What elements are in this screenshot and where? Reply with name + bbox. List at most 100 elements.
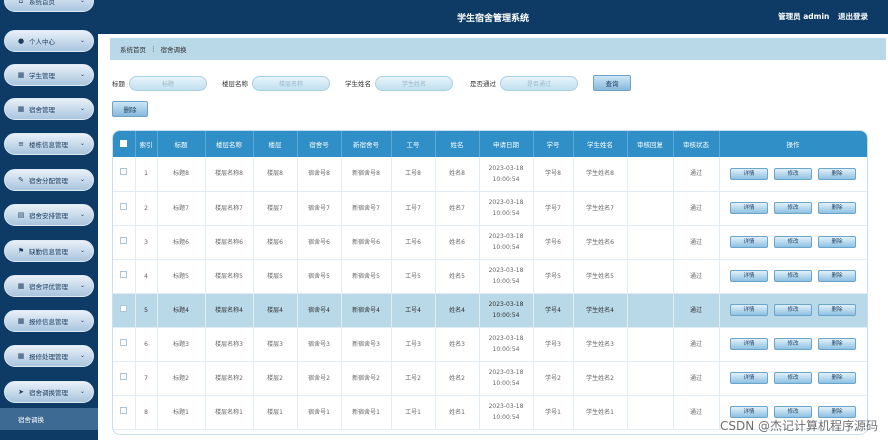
delete-button[interactable]: 删除 [818, 202, 856, 215]
detail-button[interactable]: 详情 [730, 270, 768, 283]
edit-button[interactable]: 修改 [774, 202, 812, 215]
sidebar-item-4[interactable]: ≡ 楼栋信息管理 ⌄ [4, 133, 94, 155]
cell-status: 通过 [673, 225, 720, 260]
edit-button[interactable]: 修改 [774, 270, 812, 283]
cell-stu-no: 学号2 [533, 361, 574, 396]
cell-stu-name: 学生姓名2 [573, 361, 628, 396]
sidebar-subitem-active[interactable]: 宿舍调换 [0, 408, 98, 430]
header: 学生宿舍管理系统 管理员 admin 退出登录 [98, 0, 888, 34]
detail-button[interactable]: 详情 [730, 304, 768, 317]
edit-button[interactable]: 修改 [774, 168, 812, 180]
cell-status: 通过 [673, 361, 720, 396]
cell-idx: 7 [135, 361, 158, 396]
sidebar-item-8[interactable]: ▦ 宿舍评优管理 ⌄ [4, 275, 94, 297]
search-approved-input[interactable]: 是否通过 [500, 75, 578, 91]
cell-date-time: 10:00:54 [492, 244, 520, 251]
grid-icon: ▦ [17, 71, 25, 79]
cell-floor-name: 楼层名称5 [205, 259, 254, 294]
sidebar-item-7[interactable]: ⚑ 缺勤信息管理 ⌄ [4, 240, 94, 262]
search-floor-name-input[interactable]: 楼层名称 [252, 75, 330, 91]
cell-title: 标题6 [157, 225, 206, 260]
row-checkbox[interactable] [113, 157, 136, 192]
sidebar-item-label: 宿舍调换管理 [29, 389, 68, 397]
sidebar-item-3[interactable]: ▦ 宿舍管理 ⌄ [4, 98, 94, 120]
search-student-name-input[interactable]: 学生姓名 [375, 75, 453, 91]
cell-date-day: 2023-03-18 [488, 267, 524, 274]
cell-new-room: 新宿舍号5 [341, 259, 392, 294]
delete-button[interactable]: 删除 [818, 372, 856, 385]
edit-button[interactable]: 修改 [774, 338, 812, 351]
cell-emp-no: 工号3 [391, 327, 436, 362]
detail-button[interactable]: 详情 [730, 372, 768, 385]
cell-stu-no: 学号5 [533, 259, 574, 294]
row-checkbox[interactable] [113, 293, 136, 328]
table-row[interactable]: 4 标题5 楼层名称5 楼层5 宿舍号5 新宿舍号5 工号5 姓名5 2023-03-18 10:… [113, 259, 867, 294]
batch-delete-button[interactable]: 删除 [112, 101, 148, 117]
sidebar-item-6[interactable]: ▤ 宿舍安排管理 ⌄ [4, 204, 94, 226]
row-checkbox[interactable] [113, 361, 136, 396]
cell-reply [627, 157, 674, 192]
edit-button[interactable]: 修改 [774, 236, 812, 249]
cell-floor: 楼层8 [253, 157, 298, 192]
select-all-checkbox[interactable] [113, 131, 136, 157]
chevron-down-icon: ⌄ [79, 211, 85, 218]
breadcrumb-home[interactable]: 系统首页 [120, 44, 146, 54]
table-row[interactable]: 3 标题6 楼层名称6 楼层6 宿舍号6 新宿舍号6 工号6 姓名6 2023-03-18 10:… [113, 225, 867, 260]
cell-new-room: 新宿舍号1 [341, 395, 392, 430]
column-header: 审核回复 [627, 131, 674, 157]
table-row[interactable]: 1 标题8 楼层名称8 楼层8 宿舍号8 新宿舍号8 工号8 姓名8 2023-03-18 10:… [113, 157, 867, 192]
row-checkbox[interactable] [113, 259, 136, 294]
sidebar-item-9[interactable]: ▦ 报修信息管理 ⌄ [4, 310, 94, 332]
cell-status: 通过 [673, 191, 720, 226]
logout-link[interactable]: 退出登录 [838, 12, 868, 21]
row-checkbox[interactable] [113, 225, 136, 260]
cell-reply [627, 327, 674, 362]
cell-actions: 详情 修改 删除 [719, 225, 867, 260]
cell-new-room: 新宿舍号2 [341, 361, 392, 396]
detail-button[interactable]: 详情 [730, 168, 768, 180]
cell-floor: 楼层2 [253, 361, 298, 396]
row-checkbox[interactable] [113, 395, 136, 430]
search-floor-name-label: 楼层名称 [222, 80, 248, 88]
query-button[interactable]: 查询 [593, 75, 631, 91]
sidebar-item-11[interactable]: ➤ 宿舍调换管理 ⌄ [4, 381, 94, 403]
sidebar-item-label: 系统首页 [29, 0, 55, 6]
cell-reply [627, 361, 674, 396]
chevron-down-icon: ⌄ [79, 247, 85, 254]
delete-button[interactable]: 删除 [818, 168, 856, 180]
edit-button[interactable]: 修改 [774, 372, 812, 385]
sidebar: ⌂ 系统首页 ⌄ ● 个人中心 ⌄ ▦ 学生管理 ⌄ ▦ 宿舍管理 ⌄ ≡ 楼栋信息管理 ⌄ ✎ 宿舍分配管理 ⌄… [0, 0, 98, 440]
cell-status: 通过 [673, 327, 720, 362]
table-row[interactable]: 2 标题7 楼层名称7 楼层7 宿舍号7 新宿舍号7 工号7 姓名7 2023-03-18 10:… [113, 191, 867, 226]
cell-title: 标题1 [157, 395, 206, 430]
sidebar-item-1[interactable]: ● 个人中心 ⌄ [4, 30, 94, 52]
cell-actions: 详情 修改 删除 [719, 157, 867, 192]
cell-date: 2023-03-18 10:00:54 [479, 259, 534, 294]
sidebar-item-10[interactable]: ▦ 报修处理管理 ⌄ [4, 345, 94, 367]
cell-emp-no: 工号2 [391, 361, 436, 396]
delete-button[interactable]: 删除 [818, 270, 856, 283]
delete-button[interactable]: 删除 [818, 236, 856, 249]
cell-idx: 8 [135, 395, 158, 430]
delete-button[interactable]: 删除 [818, 304, 856, 317]
table-row[interactable]: 5 标题4 楼层名称4 楼层4 宿舍号4 新宿舍号4 工号4 姓名4 2023-03-18 10:… [113, 293, 867, 328]
row-checkbox[interactable] [113, 327, 136, 362]
column-header: 审核状态 [673, 131, 720, 157]
row-checkbox[interactable] [113, 191, 136, 226]
table-row[interactable]: 7 标题2 楼层名称2 楼层2 宿舍号2 新宿舍号2 工号2 姓名2 2023-03-18 10:… [113, 361, 867, 396]
edit-button[interactable]: 修改 [774, 304, 812, 317]
sidebar-item-2[interactable]: ▦ 学生管理 ⌄ [4, 64, 94, 86]
cell-floor: 楼层3 [253, 327, 298, 362]
detail-button[interactable]: 详情 [730, 236, 768, 249]
search-title-input[interactable]: 标题 [129, 75, 207, 91]
cell-date-time: 10:00:54 [492, 312, 520, 319]
delete-button[interactable]: 删除 [818, 338, 856, 351]
detail-button[interactable]: 详情 [730, 338, 768, 351]
cell-actions: 详情 修改 删除 [719, 293, 867, 328]
table-row[interactable]: 6 标题3 楼层名称3 楼层3 宿舍号3 新宿舍号3 工号3 姓名3 2023-03-18 10:… [113, 327, 867, 362]
sidebar-item-0[interactable]: ⌂ 系统首页 ⌄ [4, 0, 94, 12]
detail-button[interactable]: 详情 [730, 202, 768, 215]
sidebar-item-5[interactable]: ✎ 宿舍分配管理 ⌄ [4, 169, 94, 191]
cell-date: 2023-03-18 10:00:54 [479, 157, 534, 192]
cell-new-room: 新宿舍号4 [341, 293, 392, 328]
